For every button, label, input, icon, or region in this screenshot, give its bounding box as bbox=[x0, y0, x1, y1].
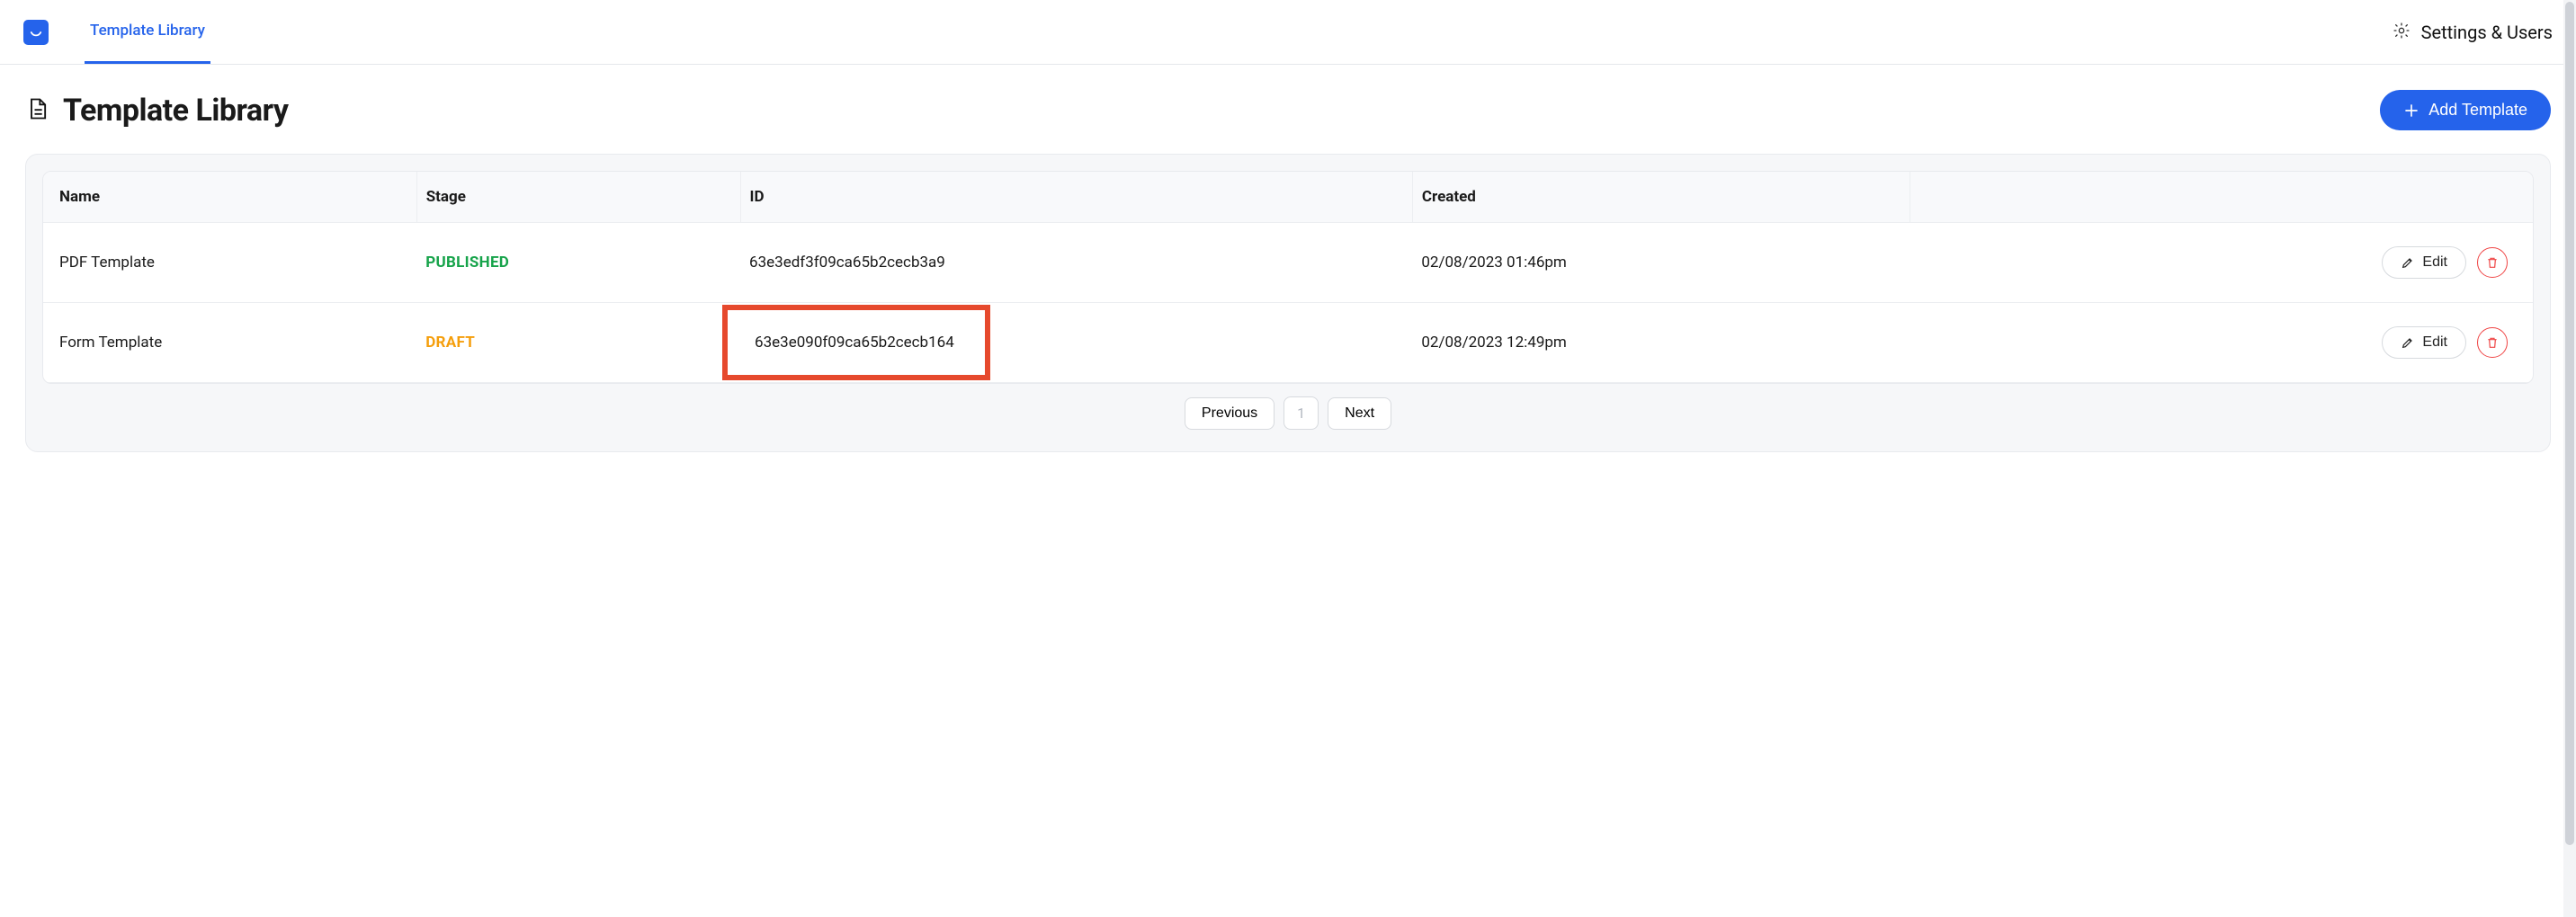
page-header: Template Library Add Template bbox=[0, 65, 2576, 147]
pencil-icon bbox=[2401, 255, 2415, 270]
logo[interactable] bbox=[23, 20, 49, 45]
scrollbar-track[interactable] bbox=[2563, 0, 2576, 917]
plus-icon bbox=[2403, 102, 2419, 119]
cell-id: 63e3edf3f09ca65b2cecb3a9 bbox=[740, 223, 1412, 303]
templates-table: Name Stage ID Created PDF Template PUBLIS… bbox=[43, 172, 2533, 383]
table-row: Form Template DRAFT 63e3e090f09ca65b2cecb1… bbox=[43, 303, 2533, 383]
topbar-left: Template Library bbox=[23, 9, 210, 64]
settings-users-label: Settings & Users bbox=[2421, 22, 2553, 43]
cell-created: 02/08/2023 12:49pm bbox=[1412, 303, 1910, 383]
cell-created: 02/08/2023 01:46pm bbox=[1412, 223, 1910, 303]
cell-stage: DRAFT bbox=[416, 303, 740, 383]
col-header-stage: Stage bbox=[416, 172, 740, 223]
page-title: Template Library bbox=[63, 93, 288, 129]
add-template-label: Add Template bbox=[2428, 101, 2527, 120]
previous-button[interactable]: Previous bbox=[1185, 397, 1275, 430]
stage-badge: DRAFT bbox=[425, 334, 475, 352]
page-number: 1 bbox=[1284, 396, 1319, 430]
cell-stage: PUBLISHED bbox=[416, 223, 740, 303]
topbar: Template Library Settings & Users bbox=[0, 0, 2576, 65]
gear-icon bbox=[2393, 22, 2411, 43]
edit-label: Edit bbox=[2422, 254, 2447, 271]
edit-button[interactable]: Edit bbox=[2382, 246, 2466, 279]
col-header-actions bbox=[1910, 172, 2533, 223]
col-header-name: Name bbox=[43, 172, 416, 223]
highlight-box: 63e3e090f09ca65b2cecb164 bbox=[722, 305, 990, 380]
next-button[interactable]: Next bbox=[1328, 397, 1391, 430]
row-actions: Edit bbox=[1919, 326, 2524, 359]
page-title-wrap: Template Library bbox=[25, 93, 288, 129]
trash-icon bbox=[2485, 335, 2500, 350]
pencil-icon bbox=[2401, 335, 2415, 350]
col-header-id: ID bbox=[740, 172, 1412, 223]
nav-tab-label: Template Library bbox=[90, 22, 205, 40]
trash-icon bbox=[2485, 255, 2500, 270]
cell-name: PDF Template bbox=[43, 223, 416, 303]
cell-actions: Edit bbox=[1910, 223, 2533, 303]
stage-badge: PUBLISHED bbox=[425, 254, 509, 272]
settings-users-link[interactable]: Settings & Users bbox=[2393, 22, 2553, 52]
col-header-created: Created bbox=[1412, 172, 1910, 223]
cell-actions: Edit bbox=[1910, 303, 2533, 383]
panel-inner: Name Stage ID Created PDF Template PUBLIS… bbox=[42, 171, 2534, 384]
delete-button[interactable] bbox=[2477, 247, 2508, 278]
edit-button[interactable]: Edit bbox=[2382, 326, 2466, 359]
panel-outer: Name Stage ID Created PDF Template PUBLIS… bbox=[25, 154, 2551, 452]
nav-tab-template-library[interactable]: Template Library bbox=[85, 9, 210, 64]
pager: Previous 1 Next bbox=[42, 384, 2534, 435]
delete-button[interactable] bbox=[2477, 327, 2508, 358]
table-header-row: Name Stage ID Created bbox=[43, 172, 2533, 223]
cell-name: Form Template bbox=[43, 303, 416, 383]
document-icon bbox=[25, 96, 50, 125]
edit-label: Edit bbox=[2422, 334, 2447, 351]
smile-icon bbox=[28, 24, 44, 40]
table-row: PDF Template PUBLISHED 63e3edf3f09ca65b2ce… bbox=[43, 223, 2533, 303]
row-actions: Edit bbox=[1919, 246, 2524, 279]
cell-id: 63e3e090f09ca65b2cecb164 bbox=[740, 303, 1412, 383]
scrollbar-thumb[interactable] bbox=[2565, 2, 2574, 845]
add-template-button[interactable]: Add Template bbox=[2380, 90, 2551, 130]
